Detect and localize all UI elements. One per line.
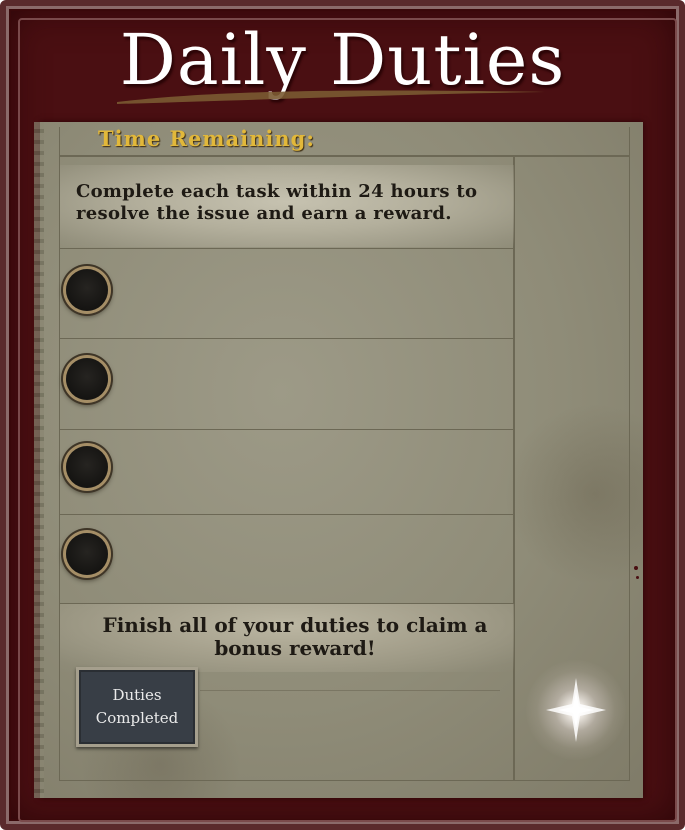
duties-completed-box[interactable]: Duties Completed bbox=[76, 667, 198, 747]
description-text: Complete each task within 24 hours to re… bbox=[76, 181, 478, 224]
duty-row-4[interactable] bbox=[60, 515, 514, 603]
duty-slot-2[interactable] bbox=[66, 358, 108, 400]
duty-row-2[interactable] bbox=[60, 339, 514, 429]
duties-completed-label: Duties Completed bbox=[95, 686, 179, 727]
duty-row-1[interactable] bbox=[60, 249, 514, 338]
sparkle-icon bbox=[546, 678, 606, 742]
row-divider bbox=[200, 690, 500, 691]
title-underline-swoosh bbox=[117, 90, 545, 104]
duty-slot-3[interactable] bbox=[66, 446, 108, 488]
time-remaining-label: Time Remaining: bbox=[98, 126, 316, 151]
duty-row-3[interactable] bbox=[60, 430, 514, 514]
stain-mark bbox=[634, 566, 638, 570]
parchment-torn-edge bbox=[34, 122, 44, 798]
bonus-reward-text: Finish all of your duties to claim a bon… bbox=[102, 613, 488, 660]
duty-slot-4[interactable] bbox=[66, 533, 108, 575]
stain-mark bbox=[636, 576, 639, 579]
duty-slot-1[interactable] bbox=[66, 269, 108, 311]
